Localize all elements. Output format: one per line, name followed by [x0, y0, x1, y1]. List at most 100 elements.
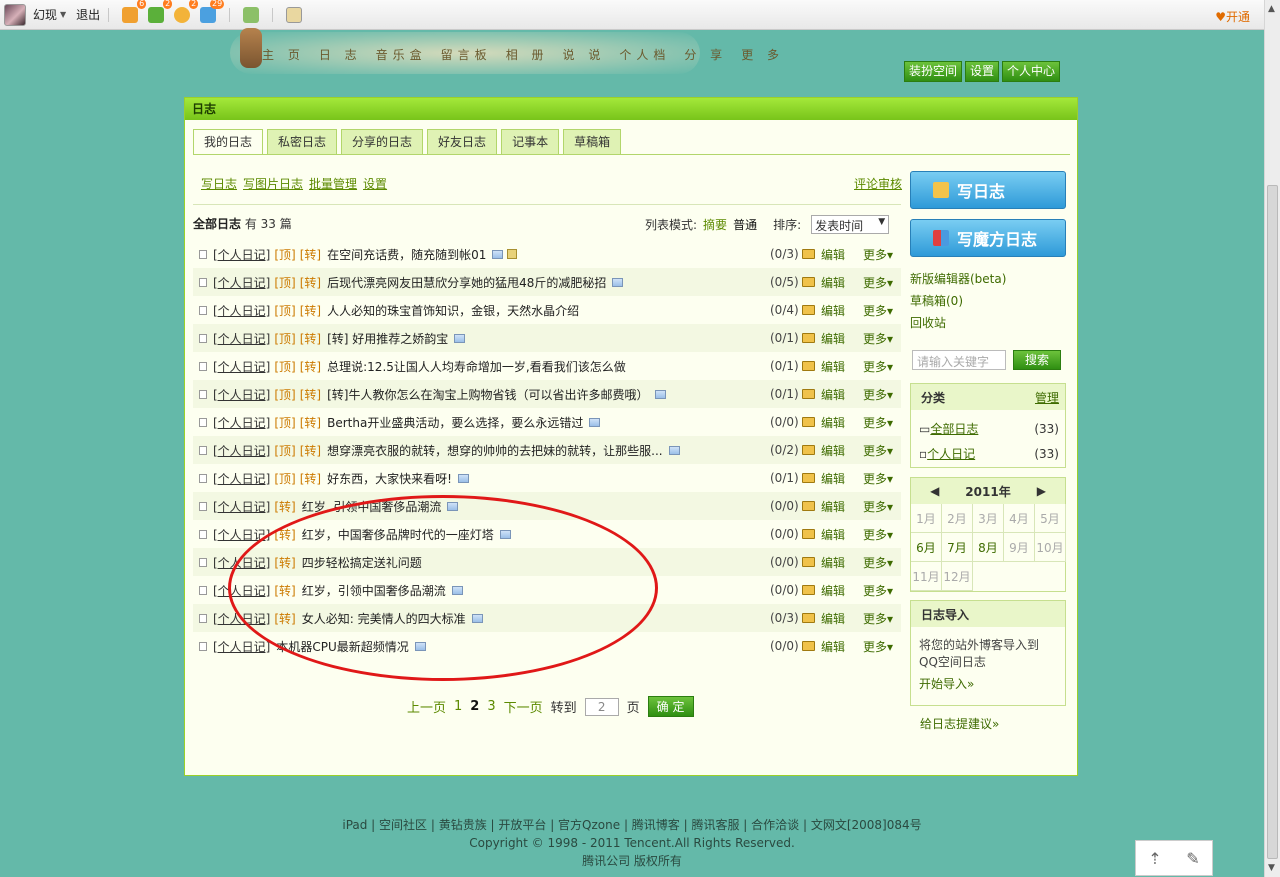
back-to-top-icon[interactable]: ⇡	[1148, 849, 1161, 868]
message-icon[interactable]: 6	[122, 0, 147, 23]
category-link[interactable]: [个人日记]	[213, 274, 270, 291]
more-menu[interactable]: 更多▾	[863, 638, 893, 655]
edit-link[interactable]: 编辑	[821, 330, 845, 347]
goto-ok-button[interactable]: 确 定	[647, 696, 694, 717]
search-input[interactable]: 请输入关键字	[912, 350, 1006, 370]
more-menu[interactable]: 更多▾	[863, 246, 893, 263]
write-blog-link[interactable]: 写日志	[201, 175, 237, 192]
more-menu[interactable]: 更多▾	[863, 582, 893, 599]
category-link[interactable]: [个人日记]	[213, 470, 270, 487]
comment-review-link[interactable]: 评论审核	[854, 175, 902, 192]
category-link[interactable]: [个人日记]	[213, 330, 270, 347]
more-menu[interactable]: 更多▾	[863, 274, 893, 291]
more-menu[interactable]: 更多▾	[863, 498, 893, 515]
blog-title-link[interactable]: 后现代漂亮网友田慧欣分享她的猛甩48斤的减肥秘招	[327, 274, 606, 291]
more-menu[interactable]: 更多▾	[863, 610, 893, 627]
edit-link[interactable]: 编辑	[821, 414, 845, 431]
tab-shared[interactable]: 分享的日志	[341, 129, 424, 155]
edit-link[interactable]: 编辑	[821, 526, 845, 543]
tab-notebook[interactable]: 记事本	[501, 129, 560, 155]
mode-normal-link[interactable]: 普通	[733, 216, 757, 233]
blog-title-link[interactable]: [转] 好用推荐之娇韵宝	[327, 330, 448, 347]
edit-link[interactable]: 编辑	[821, 554, 845, 571]
new-editor-link[interactable]: 新版编辑器(beta)	[910, 268, 1006, 290]
category-link[interactable]: [个人日记]	[213, 386, 270, 403]
more-menu[interactable]: 更多▾	[863, 358, 893, 375]
page-input[interactable]: 2	[584, 697, 619, 716]
edit-link[interactable]: 编辑	[821, 274, 845, 291]
category-personal-link[interactable]: 个人日记	[927, 447, 975, 461]
more-menu[interactable]: 更多▾	[863, 554, 893, 571]
more-menu[interactable]: 更多▾	[863, 386, 893, 403]
nav-item-profile[interactable]: 个人档	[619, 46, 670, 63]
tab-my-blog[interactable]: 我的日志	[193, 129, 264, 155]
page-link[interactable]: 1	[454, 699, 462, 714]
scroll-down-icon[interactable]: ▼	[1268, 863, 1275, 873]
nav-item-talk[interactable]: 说 说	[563, 46, 606, 63]
nav-item-blog[interactable]: 日 志	[319, 46, 362, 63]
settings-link[interactable]: 设置	[363, 175, 387, 192]
nav-item-home[interactable]: 主 页	[262, 46, 305, 63]
game-icon[interactable]: 2	[174, 0, 199, 23]
username[interactable]: 幻现	[33, 6, 57, 23]
category-link[interactable]: [个人日记]	[213, 302, 270, 319]
logout-link[interactable]: 退出	[76, 6, 100, 23]
category-link[interactable]: [个人日记]	[213, 414, 270, 431]
blog-title-link[interactable]: Bertha开业盛典活动，要么选择，要么永远错过	[327, 414, 583, 431]
nav-item-more[interactable]: 更 多	[741, 46, 784, 63]
category-all-link[interactable]: 全部日志	[930, 422, 978, 436]
write-blog-button[interactable]: 写日志	[910, 171, 1066, 209]
month-cell[interactable]: 8月	[973, 533, 1004, 562]
category-link[interactable]: [个人日记]	[213, 498, 270, 515]
next-page-link[interactable]: 下一页	[504, 697, 543, 716]
drafts-link[interactable]: 草稿箱(0)	[910, 290, 1006, 312]
blog-title-link[interactable]: 好东西，大家快来看呀!	[327, 470, 452, 487]
blog-title-link[interactable]: 人人必知的珠宝首饰知识，金银，天然水晶介绍	[327, 302, 579, 319]
chevron-down-icon[interactable]: ▼	[60, 10, 66, 19]
category-manage-link[interactable]: 管理	[1035, 389, 1059, 406]
blog-title-link[interactable]: [转]牛人教你怎么在淘宝上购物省钱（可以省出许多邮费哦）	[327, 386, 648, 403]
clover-icon[interactable]: 2	[148, 0, 173, 23]
more-menu[interactable]: 更多▾	[863, 414, 893, 431]
edit-link[interactable]: 编辑	[821, 442, 845, 459]
edit-link[interactable]: 编辑	[821, 358, 845, 375]
category-link[interactable]: [个人日记]	[213, 638, 270, 655]
category-link[interactable]: [个人日记]	[213, 358, 270, 375]
footer-links[interactable]: iPad | 空间社区 | 黄钻贵族 | 开放平台 | 官方Qzone | 腾讯…	[0, 816, 1264, 834]
edit-link[interactable]: 编辑	[821, 386, 845, 403]
edit-link[interactable]: 编辑	[821, 638, 845, 655]
edit-icon[interactable]	[286, 6, 303, 23]
scroll-up-icon[interactable]: ▲	[1268, 4, 1275, 14]
avatar[interactable]	[4, 3, 26, 26]
nav-item-messages[interactable]: 留言板	[441, 46, 492, 63]
sort-select[interactable]: 发表时间 ▼	[811, 215, 890, 234]
edit-link[interactable]: 编辑	[821, 470, 845, 487]
more-menu[interactable]: 更多▾	[863, 442, 893, 459]
more-menu[interactable]: 更多▾	[863, 526, 893, 543]
settings-button[interactable]: 设置	[965, 61, 1000, 82]
write-photo-blog-link[interactable]: 写图片日志	[243, 175, 303, 192]
edit-link[interactable]: 编辑	[821, 582, 845, 599]
more-menu[interactable]: 更多▾	[863, 330, 893, 347]
scroll-thumb[interactable]	[1267, 185, 1278, 859]
tab-private[interactable]: 私密日志	[267, 129, 338, 155]
write-magic-blog-button[interactable]: 写魔方日志	[910, 219, 1066, 257]
category-link[interactable]: [个人日记]	[213, 442, 270, 459]
edit-link[interactable]: 编辑	[821, 302, 845, 319]
mode-summary-link[interactable]: 摘要	[703, 216, 727, 233]
personal-center-button[interactable]: 个人中心	[1002, 61, 1061, 82]
more-menu[interactable]: 更多▾	[863, 470, 893, 487]
feedback-icon[interactable]: ✎	[1186, 849, 1199, 868]
import-link[interactable]: 开始导入»	[911, 671, 1065, 696]
more-menu[interactable]: 更多▾	[863, 302, 893, 319]
edit-link[interactable]: 编辑	[821, 498, 845, 515]
category-link[interactable]: [个人日记]	[213, 246, 270, 263]
month-cell[interactable]: 6月	[911, 533, 942, 562]
vip-link[interactable]: ♥开通	[1215, 8, 1250, 25]
edit-link[interactable]: 编辑	[821, 610, 845, 627]
prev-year-icon[interactable]: ◀	[930, 484, 939, 498]
share-icon[interactable]: 29	[200, 0, 225, 23]
search-button[interactable]: 搜索	[1013, 350, 1061, 370]
prev-page-link[interactable]: 上一页	[407, 697, 446, 716]
vertical-scrollbar[interactable]: ▲ ▼	[1264, 0, 1280, 877]
